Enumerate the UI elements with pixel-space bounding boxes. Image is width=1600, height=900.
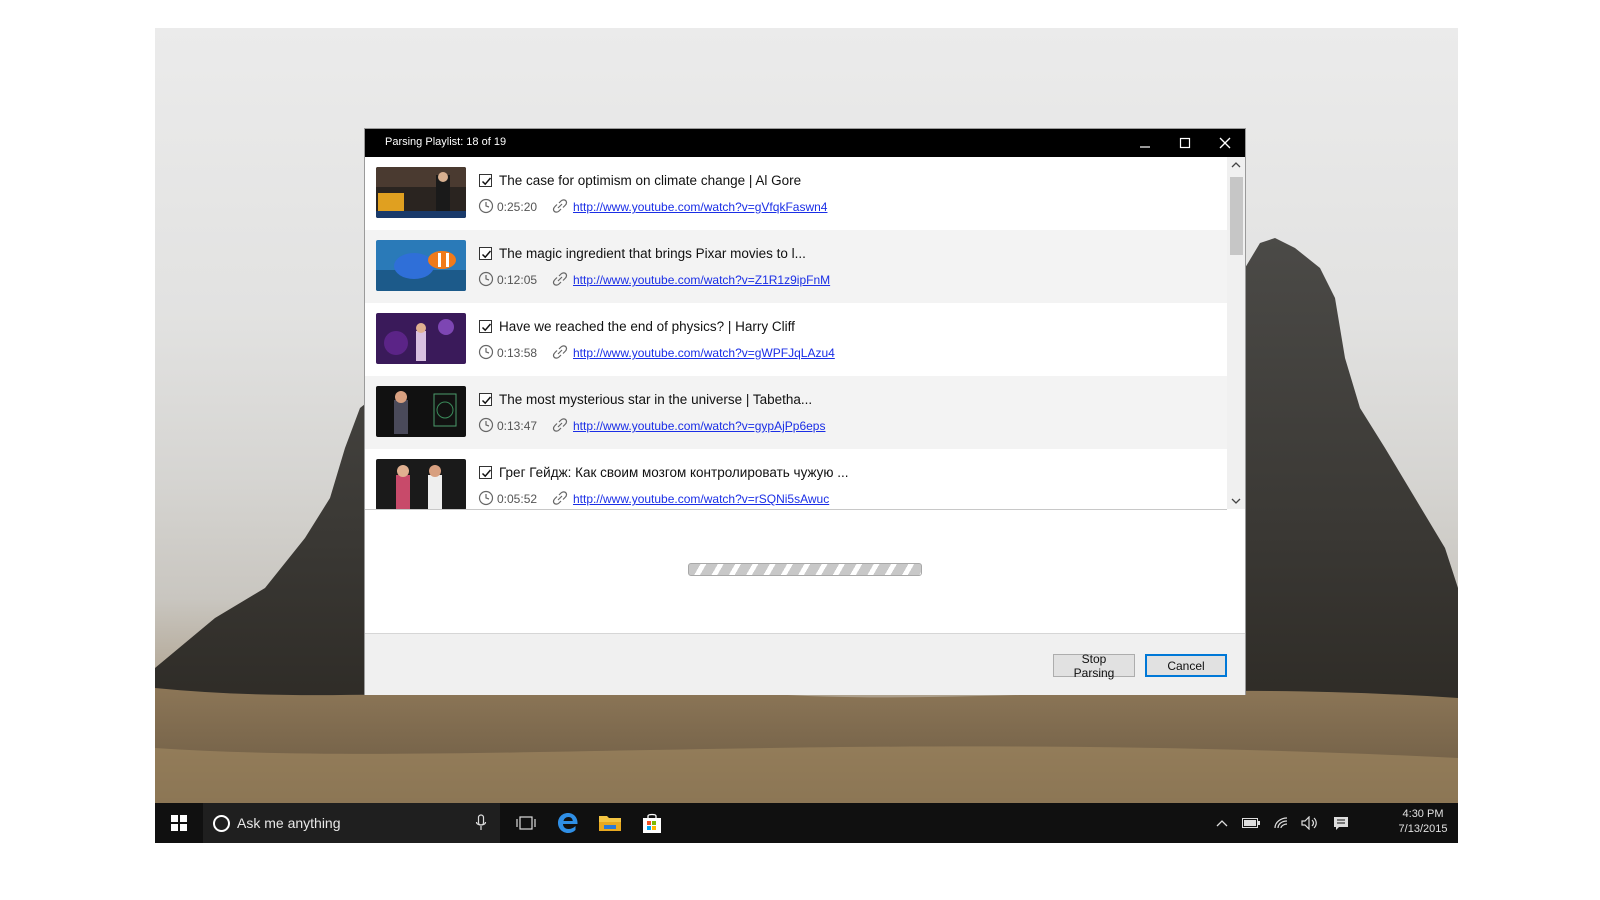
- item-checkbox[interactable]: [479, 393, 492, 406]
- task-view-button[interactable]: [505, 803, 547, 843]
- video-duration: 0:05:52: [497, 492, 538, 506]
- link-icon: [552, 199, 568, 213]
- video-title: Грег Гейдж: Как своим мозгом контролиров…: [499, 465, 849, 480]
- start-button[interactable]: [155, 803, 203, 843]
- link-icon: [552, 491, 568, 505]
- system-clock[interactable]: 4:30 PM 7/13/2015: [1393, 807, 1453, 837]
- chevron-up-icon: [1231, 162, 1241, 168]
- task-view-icon: [516, 816, 536, 830]
- wifi-icon: [1274, 817, 1288, 829]
- clock-date: 7/13/2015: [1398, 823, 1448, 835]
- taskbar: Ask me anything 4:30 PM 7/13/2015: [155, 803, 1458, 843]
- dialog-footer: Stop Parsing Cancel: [365, 633, 1245, 695]
- dialog-titlebar[interactable]: Parsing Playlist: 18 of 19: [365, 129, 1245, 157]
- minimize-icon: [1140, 146, 1150, 148]
- list-scrollbar[interactable]: [1227, 157, 1245, 509]
- microphone-icon[interactable]: [475, 814, 487, 832]
- scroll-up-button[interactable]: [1227, 157, 1245, 173]
- clock-icon: [478, 417, 494, 433]
- file-explorer-icon: [599, 816, 621, 831]
- store-button[interactable]: [631, 803, 673, 843]
- stop-parsing-button[interactable]: Stop Parsing: [1053, 652, 1135, 680]
- video-url-link[interactable]: http://www.youtube.com/watch?v=rSQNi5sAw…: [573, 492, 829, 506]
- video-url-link[interactable]: http://www.youtube.com/watch?v=gVfqkFasw…: [573, 200, 827, 214]
- edge-icon: [558, 813, 578, 833]
- video-duration: 0:13:58: [497, 346, 538, 360]
- video-thumbnail: [376, 240, 466, 291]
- scroll-down-button[interactable]: [1227, 493, 1245, 509]
- link-icon: [552, 272, 568, 286]
- scrollbar-thumb[interactable]: [1230, 177, 1243, 255]
- video-url-link[interactable]: http://www.youtube.com/watch?v=gWPFJqLAz…: [573, 346, 835, 360]
- action-center-icon: [1334, 817, 1348, 830]
- list-item[interactable]: The most mysterious star in the universe…: [365, 376, 1227, 449]
- close-icon: [1219, 137, 1231, 149]
- network-button[interactable]: [1267, 803, 1295, 843]
- clock-time: 4:30 PM: [1402, 808, 1444, 820]
- battery-icon: [1242, 818, 1260, 828]
- video-duration: 0:12:05: [497, 273, 538, 287]
- edge-browser-button[interactable]: [547, 803, 589, 843]
- playlist-item-list[interactable]: The case for optimism on climate change …: [365, 157, 1227, 510]
- chevron-up-icon: [1216, 820, 1228, 827]
- battery-button[interactable]: [1236, 803, 1266, 843]
- cortana-circle-icon: [213, 815, 230, 832]
- video-title: The magic ingredient that brings Pixar m…: [499, 246, 806, 261]
- list-item[interactable]: Грег Гейдж: Как своим мозгом контролиров…: [365, 449, 1227, 509]
- clock-icon: [478, 490, 494, 506]
- video-url-link[interactable]: http://www.youtube.com/watch?v=Z1R1z9ipF…: [573, 273, 830, 287]
- parsing-playlist-dialog: Parsing Playlist: 18 of 19 The case for …: [365, 129, 1245, 695]
- volume-icon: [1301, 816, 1317, 830]
- video-thumbnail: [376, 313, 466, 364]
- item-checkbox[interactable]: [479, 174, 492, 187]
- video-duration: 0:13:47: [497, 419, 538, 433]
- show-hidden-icons-button[interactable]: [1210, 803, 1234, 843]
- video-thumbnail: [376, 167, 466, 218]
- cortana-search-box[interactable]: Ask me anything: [203, 803, 500, 843]
- link-icon: [552, 345, 568, 359]
- video-thumbnail: [376, 459, 466, 509]
- video-title: The most mysterious star in the universe…: [499, 392, 813, 407]
- chevron-down-icon: [1231, 498, 1241, 504]
- clock-icon: [478, 198, 494, 214]
- maximize-button[interactable]: [1165, 129, 1205, 157]
- video-title: Have we reached the end of physics? | Ha…: [499, 319, 795, 334]
- action-center-button[interactable]: [1326, 803, 1356, 843]
- windows-start-icon: [171, 815, 187, 831]
- video-url-link[interactable]: http://www.youtube.com/watch?v=gypAjPp6e…: [573, 419, 825, 433]
- clock-icon: [478, 344, 494, 360]
- video-thumbnail: [376, 386, 466, 437]
- video-duration: 0:25:20: [497, 200, 538, 214]
- item-checkbox[interactable]: [479, 320, 492, 333]
- list-item[interactable]: The case for optimism on climate change …: [365, 157, 1227, 230]
- progress-area: [365, 510, 1245, 633]
- cancel-button[interactable]: Cancel: [1145, 654, 1227, 677]
- link-icon: [552, 418, 568, 432]
- file-explorer-button[interactable]: [589, 803, 631, 843]
- list-item[interactable]: Have we reached the end of physics? | Ha…: [365, 303, 1227, 376]
- item-checkbox[interactable]: [479, 247, 492, 260]
- maximize-icon: [1179, 137, 1191, 149]
- store-icon: [643, 813, 661, 833]
- search-placeholder: Ask me anything: [237, 815, 341, 831]
- minimize-button[interactable]: [1125, 129, 1165, 157]
- dialog-title: Parsing Playlist: 18 of 19: [385, 136, 507, 148]
- volume-button[interactable]: [1296, 803, 1324, 843]
- close-button[interactable]: [1205, 129, 1245, 157]
- parsing-progress-bar: [688, 563, 922, 576]
- clock-icon: [478, 271, 494, 287]
- list-item[interactable]: The magic ingredient that brings Pixar m…: [365, 230, 1227, 303]
- video-title: The case for optimism on climate change …: [499, 173, 802, 188]
- item-checkbox[interactable]: [479, 466, 492, 479]
